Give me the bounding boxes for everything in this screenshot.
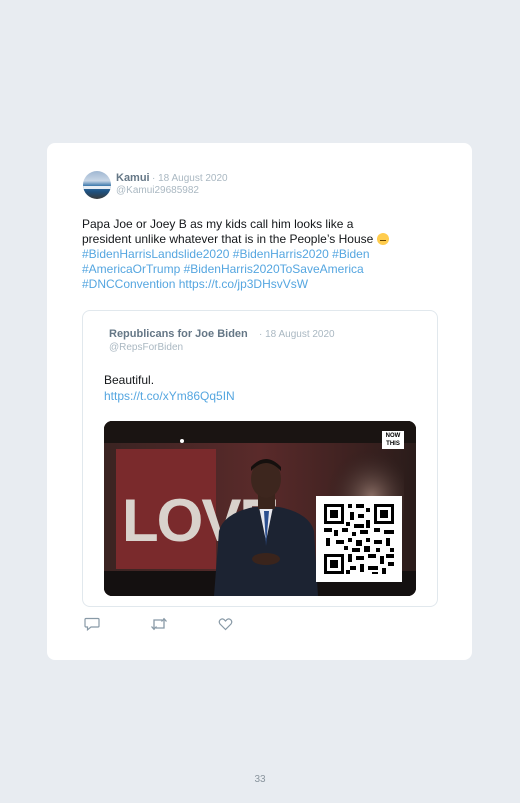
- relieved-face-emoji-icon: [376, 233, 389, 245]
- retweet-icon[interactable]: [150, 617, 168, 636]
- tweet-text-line: president unlike whatever that is in the…: [82, 232, 437, 247]
- tweet-text-line: Papa Joe or Joey B as my kids call him l…: [82, 217, 354, 231]
- nowthis-logo-line: NOW: [385, 433, 401, 439]
- quoted-tweet-date[interactable]: · 18 August 2020: [259, 329, 335, 340]
- quoted-tweet-text: Beautiful.: [104, 373, 155, 387]
- avatar[interactable]: [83, 171, 111, 199]
- tweet-actions: [84, 617, 284, 633]
- hashtag-links[interactable]: #AmericaOrTrump #BidenHarris2020ToSaveAm…: [82, 262, 437, 277]
- qr-code-image: [316, 496, 402, 582]
- tweet-text-fragment: president unlike whatever that is in the…: [82, 232, 374, 246]
- nowthis-logo: NOW THIS: [382, 431, 404, 449]
- tweet-card: Kamui · 18 August 2020 @Kamui29685982 Pa…: [47, 143, 472, 660]
- quoted-author-handle[interactable]: @RepsForBiden: [109, 342, 183, 353]
- quoted-author-name[interactable]: Republicans for Joe Biden: [109, 328, 248, 340]
- reply-icon[interactable]: [84, 617, 100, 636]
- page-number: 33: [254, 774, 266, 785]
- quoted-tweet[interactable]: Republicans for Joe Biden · 18 August 20…: [82, 310, 438, 607]
- hashtag-links[interactable]: #DNCConvention https://t.co/jp3DHsvVsW: [82, 277, 437, 292]
- quoted-tweet-link[interactable]: https://t.co/xYm86Qq5IN: [104, 389, 235, 403]
- hashtag-links[interactable]: #BidenHarrisLandslide2020 #BidenHarris20…: [82, 247, 437, 262]
- qr-code[interactable]: [316, 496, 402, 582]
- video-thumbnail[interactable]: LOVE NOW THIS: [104, 421, 416, 596]
- tweet-date[interactable]: · 18 August 2020: [152, 173, 228, 184]
- like-icon[interactable]: [218, 617, 233, 636]
- tweet-text: Papa Joe or Joey B as my kids call him l…: [82, 217, 437, 292]
- author-name[interactable]: Kamui: [116, 172, 150, 184]
- author-handle[interactable]: @Kamui29685982: [116, 185, 199, 196]
- nowthis-logo-line: THIS: [386, 441, 400, 447]
